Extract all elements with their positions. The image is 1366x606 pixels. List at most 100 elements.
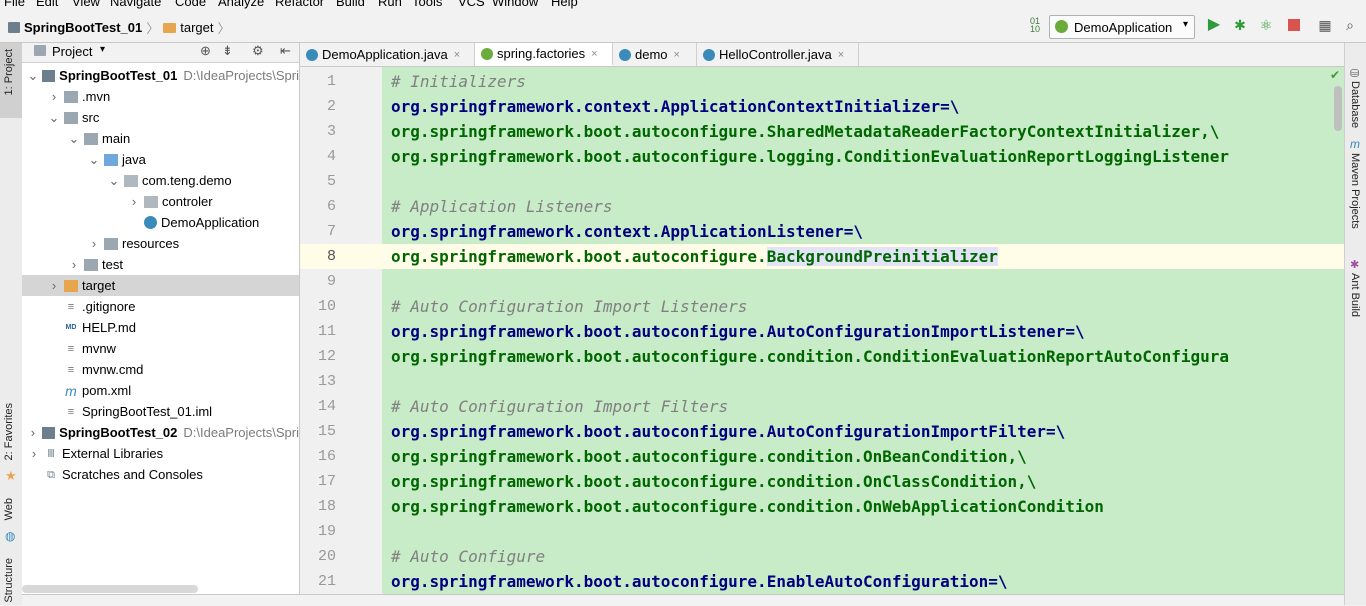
menu-item-run[interactable]: Run: [378, 0, 402, 9]
ant-build-tool-tab[interactable]: Ant Build: [1349, 273, 1361, 317]
tree-item[interactable]: ⌄ com.teng.demo: [22, 170, 299, 191]
tree-item[interactable]: › test: [22, 254, 299, 275]
coverage-icon[interactable]: ⚛: [1258, 17, 1274, 33]
chevron-down-icon[interactable]: ⌄: [27, 68, 38, 84]
menu-item-tools[interactable]: Tools: [412, 0, 442, 9]
maven-icon: m: [1350, 137, 1360, 151]
code-line: # Auto Configure: [382, 544, 1344, 569]
breadcrumb-folder[interactable]: target: [180, 20, 213, 35]
chevron-down-icon[interactable]: ▾: [100, 44, 105, 55]
tree-item[interactable]: › Ⅲ External Libraries: [22, 443, 299, 464]
breadcrumb-separator: 〉: [217, 21, 231, 36]
inspection-ok-icon[interactable]: ✔: [1330, 68, 1340, 82]
tree-item-label: DemoApplication: [161, 215, 260, 230]
close-icon[interactable]: ×: [591, 48, 597, 60]
run-configuration-select[interactable]: DemoApplication ▾: [1049, 15, 1195, 39]
maven-tool-tab[interactable]: Maven Projects: [1349, 153, 1361, 229]
tree-item-label: src: [82, 110, 100, 125]
menu-item-file[interactable]: File: [4, 0, 25, 9]
chevron-right-icon[interactable]: ›: [27, 425, 38, 440]
tree-item[interactable]: ≡ mvnw.cmd: [22, 359, 299, 380]
tree-item[interactable]: ⌄ SpringBootTest_01 D:\IdeaProjects\Spri: [22, 65, 299, 86]
tree-item[interactable]: DemoApplication: [22, 212, 299, 233]
close-icon[interactable]: ×: [674, 49, 680, 61]
menu-item-refactor[interactable]: Refactor: [275, 0, 324, 9]
tree-item-label: java: [122, 152, 146, 167]
collapse-icon[interactable]: ⇟: [222, 43, 233, 59]
stop-icon[interactable]: [1286, 17, 1302, 33]
menu-item-build[interactable]: Build: [336, 0, 365, 9]
code-package: org.springframework.boot.autoconfigure.: [391, 247, 767, 266]
gear-icon[interactable]: ⚙: [252, 43, 264, 59]
code-editor[interactable]: # Initializers org.springframework.contex…: [382, 67, 1344, 594]
structure-tool-tab[interactable]: Structure: [3, 558, 15, 603]
menu-item-window[interactable]: Window: [492, 0, 538, 9]
tree-item-path: D:\IdeaProjects\Spri: [183, 425, 299, 440]
tree-item[interactable]: › SpringBootTest_02 D:\IdeaProjects\Spri: [22, 422, 299, 443]
close-icon[interactable]: ×: [838, 49, 844, 61]
code-line: org.springframework.boot.autoconfigure.B…: [382, 244, 1344, 269]
chevron-right-icon[interactable]: ›: [28, 446, 40, 461]
tree-item[interactable]: › resources: [22, 233, 299, 254]
search-everywhere-icon[interactable]: ⌕: [1342, 17, 1358, 33]
menu-item-code[interactable]: Code: [175, 0, 206, 9]
chevron-down-icon[interactable]: ⌄: [68, 131, 80, 147]
chevron-down-icon[interactable]: ⌄: [88, 152, 100, 168]
folder-icon: [34, 45, 46, 56]
tree-item-label: com.teng.demo: [142, 173, 232, 188]
run-icon[interactable]: ▶: [1206, 17, 1222, 33]
project-tool-tab[interactable]: 1: Project: [3, 49, 15, 95]
spring-icon: [481, 47, 493, 60]
menu-item-navigate[interactable]: Navigate: [110, 0, 161, 9]
code-comment: # Auto Configuration Import Listeners: [391, 297, 748, 316]
menu-item-view[interactable]: View: [72, 0, 100, 9]
tree-item[interactable]: m pom.xml: [22, 380, 299, 401]
chevron-down-icon: ▾: [1182, 19, 1188, 30]
chevron-right-icon[interactable]: ›: [128, 194, 140, 209]
tree-item[interactable]: MD HELP.md: [22, 317, 299, 338]
chevron-right-icon[interactable]: ›: [88, 236, 100, 251]
tree-item[interactable]: › .mvn: [22, 86, 299, 107]
database-tool-tab[interactable]: Database: [1349, 81, 1361, 128]
debug-icon[interactable]: ✱: [1232, 17, 1248, 33]
tree-item[interactable]: › controler: [22, 191, 299, 212]
favorites-tool-tab[interactable]: 2: Favorites: [3, 403, 15, 460]
hide-icon[interactable]: ⇤: [280, 43, 291, 59]
menu-item-vcs[interactable]: VCS: [458, 0, 485, 9]
menu-item-edit[interactable]: Edit: [36, 0, 58, 9]
tree-item-label: .mvn: [82, 89, 111, 104]
editor-tab[interactable]: demo ×: [613, 43, 697, 66]
tree-item[interactable]: ≡ mvnw: [22, 338, 299, 359]
code-package: org.springframework.boot.autoconfigure.l…: [391, 147, 844, 166]
tree-item[interactable]: ⌄ main: [22, 128, 299, 149]
chevron-right-icon[interactable]: ›: [48, 89, 60, 104]
binary-icon[interactable]: 01 10: [1027, 17, 1043, 34]
chevron-right-icon[interactable]: ›: [48, 278, 60, 293]
editor-tab[interactable]: spring.factories ×: [475, 43, 613, 66]
project-structure-icon[interactable]: ▦: [1317, 17, 1333, 33]
chevron-down-icon[interactable]: ⌄: [108, 173, 120, 189]
tree-item[interactable]: › target: [22, 275, 299, 296]
chevron-down-icon[interactable]: ⌄: [48, 110, 60, 126]
close-icon[interactable]: ×: [454, 49, 460, 61]
menu-item-help[interactable]: Help: [551, 0, 578, 9]
vertical-scrollbar[interactable]: [1334, 86, 1342, 131]
code-package: org.springframework.boot.autoconfigure.: [391, 322, 767, 341]
tree-item-label: pom.xml: [82, 383, 132, 398]
tree-item[interactable]: ≡ SpringBootTest_01.iml: [22, 401, 299, 422]
tree-item[interactable]: ≡ .gitignore: [22, 296, 299, 317]
project-view-select[interactable]: Project: [52, 44, 92, 59]
chevron-right-icon[interactable]: ›: [68, 257, 80, 272]
tree-item[interactable]: ⌄ java: [22, 149, 299, 170]
editor-tab[interactable]: DemoApplication.java ×: [300, 43, 475, 66]
code-line: org.springframework.context.ApplicationC…: [382, 94, 1344, 119]
horizontal-scrollbar[interactable]: [22, 585, 198, 593]
web-tool-tab[interactable]: Web: [3, 498, 15, 520]
editor-tab-label: spring.factories: [497, 46, 586, 61]
tree-item[interactable]: ⧉ Scratches and Consoles: [22, 464, 299, 485]
menu-item-analyze[interactable]: Analyze: [218, 0, 264, 9]
tree-item[interactable]: ⌄ src: [22, 107, 299, 128]
locate-icon[interactable]: ⊕: [200, 43, 211, 59]
editor-tab[interactable]: HelloController.java ×: [697, 43, 859, 66]
breadcrumb-project[interactable]: SpringBootTest_01: [24, 20, 142, 35]
